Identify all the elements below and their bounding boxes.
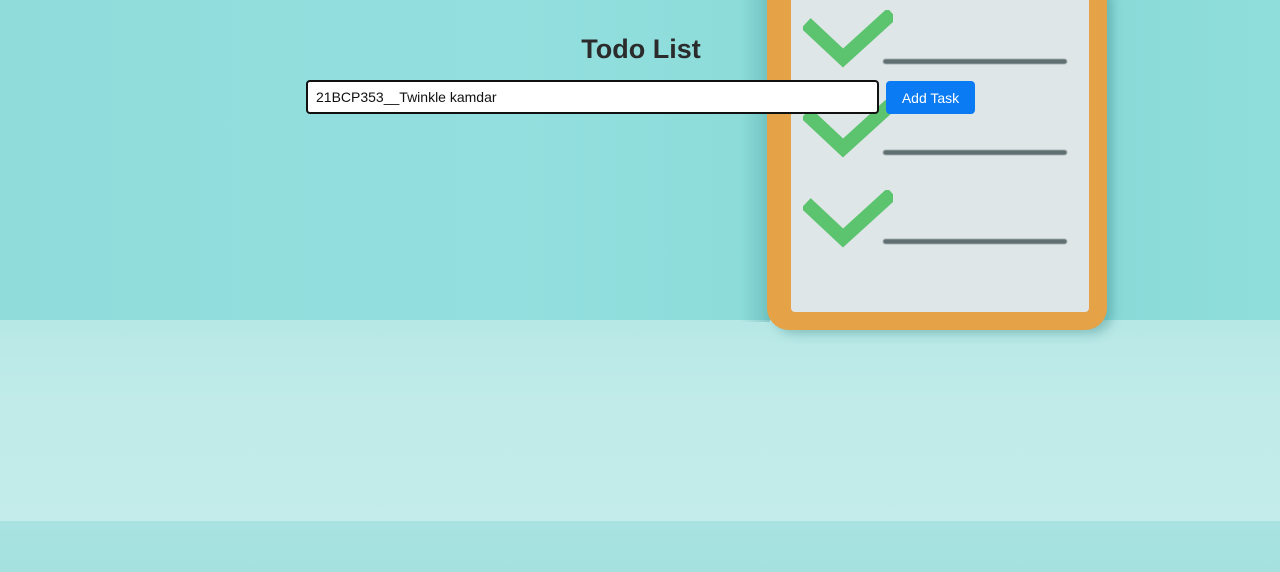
todo-app: Todo List Add Task bbox=[0, 0, 1280, 572]
task-input[interactable] bbox=[306, 80, 879, 114]
add-task-button[interactable]: Add Task bbox=[886, 81, 975, 114]
page-title: Todo List bbox=[581, 34, 701, 64]
